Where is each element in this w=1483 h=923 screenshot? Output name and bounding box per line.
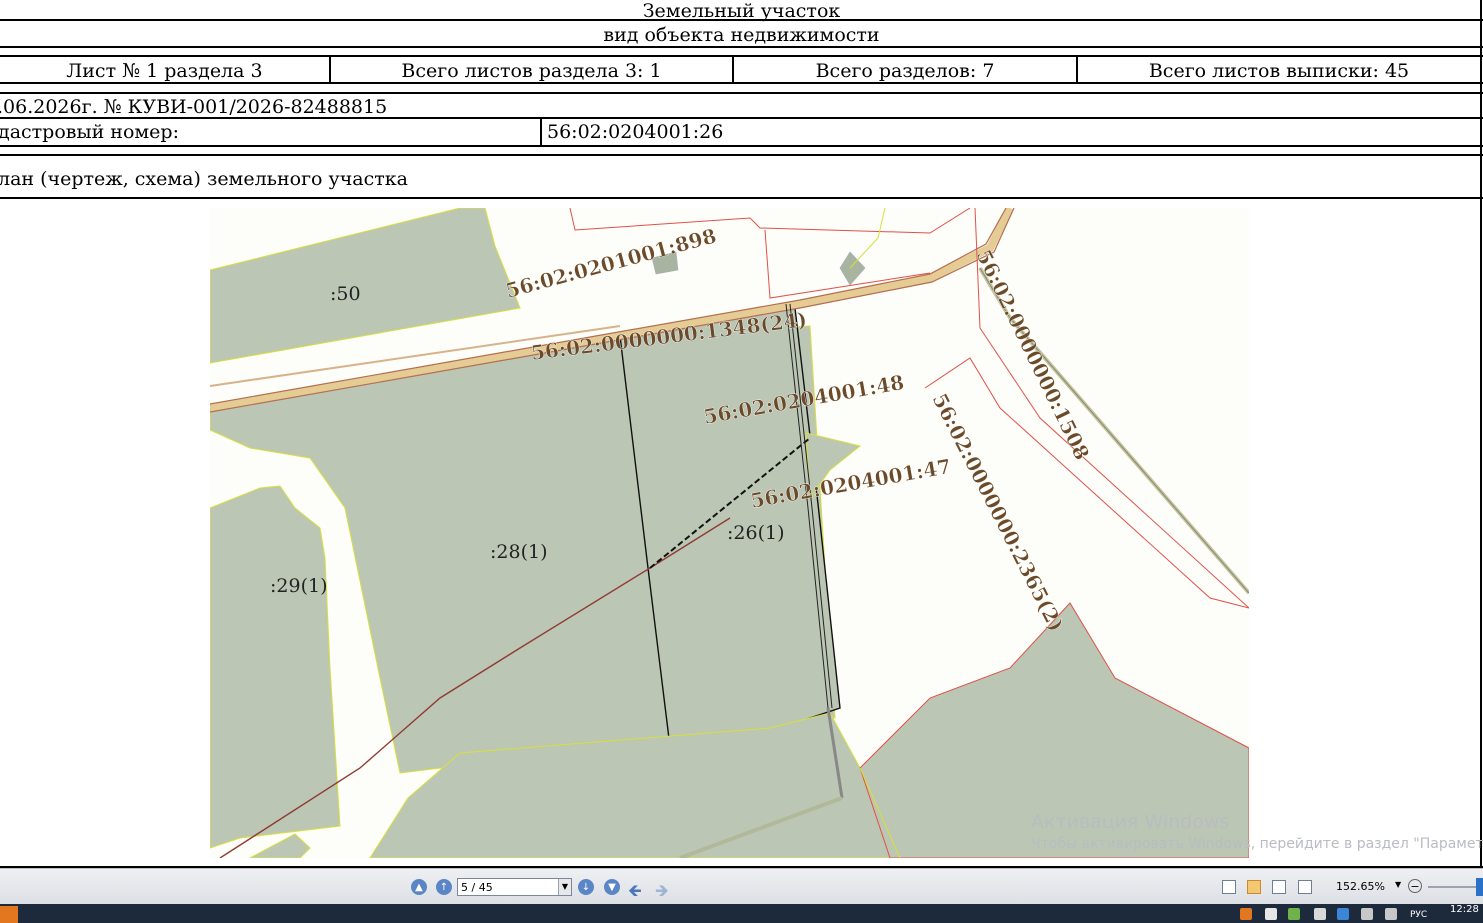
page-number-input[interactable]: 5 / 45 ▼ xyxy=(457,878,572,896)
zoom-out-button[interactable]: − xyxy=(1408,879,1422,893)
language-indicator[interactable]: РУС xyxy=(1410,910,1427,920)
forward-arrow-icon[interactable]: 🡺 xyxy=(655,878,669,907)
viewer-toolbar: ▲ ↑ 5 / 45 ▼ ↓ ▼ 🡸 🡺 152.65% ▼ − xyxy=(0,868,1483,905)
rule xyxy=(0,55,1483,57)
parcel-label: :50 xyxy=(330,283,361,305)
grid-view-button[interactable] xyxy=(1298,880,1312,894)
clock[interactable]: 12:28 xyxy=(1450,904,1479,915)
plan-label: лан (чертеж, схема) земельного участка xyxy=(0,168,408,190)
page-number-value: 5 / 45 xyxy=(461,881,493,894)
parcel-label: :26(1) xyxy=(727,522,785,544)
rule xyxy=(1480,0,1482,868)
header-title: Земельный участок xyxy=(642,0,841,22)
cadastral-label: дастровый номер: xyxy=(0,121,179,143)
tray-icon[interactable] xyxy=(1288,908,1300,920)
document-page: Земельный участок вид объекта недвижимос… xyxy=(0,0,1483,868)
watermark-text: Чтобы активировать Windows, перейдите в … xyxy=(1031,836,1483,852)
cadastral-map: :50 :28(1) :29(1) :26(1) 56:02:0201001:8… xyxy=(210,208,1249,858)
zoom-slider[interactable] xyxy=(1428,886,1476,888)
parcel-small xyxy=(249,833,311,858)
rule xyxy=(0,82,1483,84)
taskbar: РУС 12:28 xyxy=(0,904,1483,923)
rule xyxy=(540,117,542,146)
chevron-down-icon[interactable]: ▼ xyxy=(558,879,571,895)
date-number: .06.2026г. № КУВИ-001/2026-82488815 xyxy=(0,96,388,118)
cadnum-label: 56:02:0000000:1508 xyxy=(972,246,1095,464)
start-button[interactable] xyxy=(0,906,18,923)
zoom-slider-thumb[interactable] xyxy=(1476,878,1483,896)
red-boundary xyxy=(569,208,971,234)
first-page-button[interactable]: ▲ xyxy=(411,879,427,895)
continuous-view-button[interactable] xyxy=(1247,880,1261,894)
tray-icon[interactable] xyxy=(1265,908,1277,920)
sheet-cell: Всего разделов: 7 xyxy=(815,60,995,82)
rule xyxy=(0,46,1483,48)
rule xyxy=(0,145,1483,147)
cadnum-label: 56:02:0201001:898 xyxy=(503,223,719,302)
parcel-small xyxy=(839,251,866,286)
sheet-cell: Всего листов раздела 3: 1 xyxy=(401,60,662,82)
rule xyxy=(0,154,1483,156)
cadastral-value: 56:02:0204001:26 xyxy=(547,121,724,143)
back-arrow-icon[interactable]: 🡸 xyxy=(628,878,642,907)
tray-icon[interactable] xyxy=(1337,908,1349,920)
tray-icon[interactable] xyxy=(1314,908,1326,920)
watermark-title: Активация Windows xyxy=(1031,811,1230,833)
network-icon[interactable] xyxy=(1361,908,1373,920)
single-page-view-button[interactable] xyxy=(1222,880,1236,894)
rule xyxy=(0,92,1483,94)
rule xyxy=(0,197,1483,199)
sheet-cell: Лист № 1 раздела 3 xyxy=(66,60,263,82)
two-page-view-button[interactable] xyxy=(1272,880,1286,894)
volume-icon[interactable] xyxy=(1385,908,1397,920)
next-page-button[interactable]: ↓ xyxy=(578,879,594,895)
parcel-label: :29(1) xyxy=(270,575,328,597)
parcel-50 xyxy=(210,208,521,364)
activation-watermark: Активация Windows Чтобы активировать Win… xyxy=(1031,810,1483,854)
last-page-button[interactable]: ▼ xyxy=(604,879,620,895)
header-subtitle: вид объекта недвижимости xyxy=(603,24,880,46)
prev-page-button[interactable]: ↑ xyxy=(436,879,452,895)
chevron-down-icon[interactable]: ▼ xyxy=(1395,880,1401,889)
tray-icon[interactable] xyxy=(1240,908,1252,920)
cadnum-label: 56:02:0000000:2365(2) xyxy=(928,389,1069,635)
sheet-cell: Всего листов выписки: 45 xyxy=(1148,60,1410,82)
zoom-level[interactable]: 152.65% xyxy=(1336,880,1385,893)
parcel-label: :28(1) xyxy=(490,541,548,563)
